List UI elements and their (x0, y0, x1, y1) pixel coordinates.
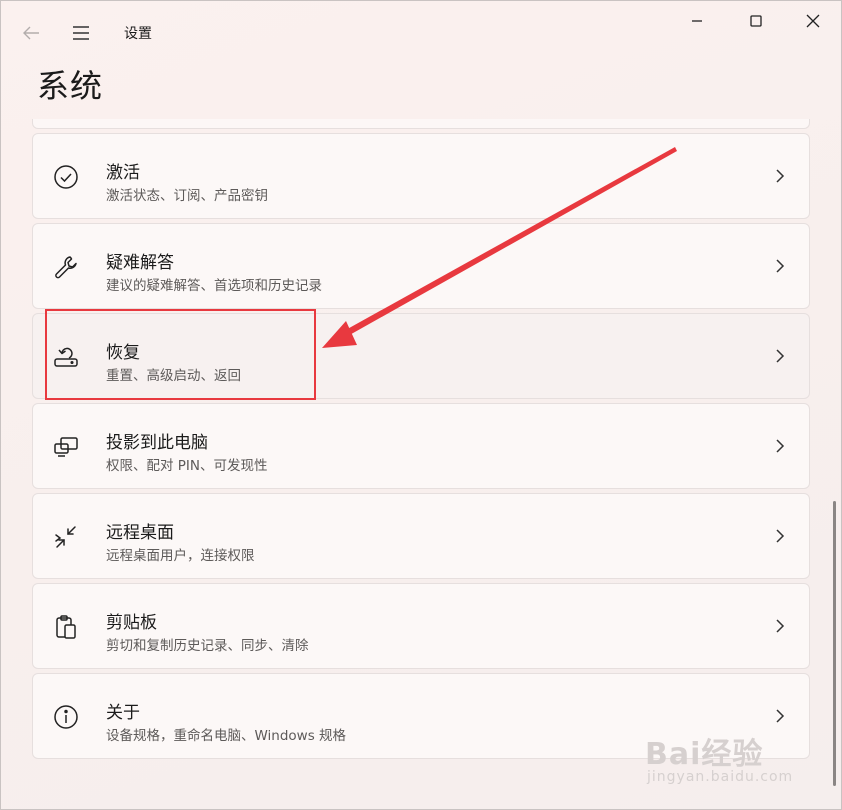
item-subtitle: 重置、高级启动、返回 (106, 368, 241, 384)
item-title: 投影到此电脑 (106, 433, 208, 453)
maximize-icon[interactable] (746, 11, 766, 31)
watermark: Bai经验 jingyan.baidu.com (645, 729, 815, 799)
item-subtitle: 设备规格，重命名电脑、Windows 规格 (106, 728, 347, 744)
chevron-right-icon (773, 527, 787, 545)
item-title: 恢复 (106, 343, 140, 363)
close-icon[interactable] (803, 11, 823, 31)
watermark-brand: Bai经验 (645, 737, 764, 772)
chevron-right-icon (773, 437, 787, 455)
minimize-icon[interactable] (687, 11, 707, 31)
list-item-recovery[interactable]: 恢复 重置、高级启动、返回 (32, 313, 810, 399)
scrollbar[interactable] (833, 501, 836, 786)
item-subtitle: 激活状态、订阅、产品密钥 (106, 188, 268, 204)
project-icon (53, 434, 79, 460)
hamburger-menu-icon[interactable] (69, 21, 93, 45)
watermark-url: jingyan.baidu.com (647, 769, 794, 785)
info-icon (53, 704, 79, 730)
settings-list: 激活 激活状态、订阅、产品密钥 疑难解答 建议的疑难解答、首选项和历史记录 恢复… (32, 119, 810, 759)
list-item-troubleshoot[interactable]: 疑难解答 建议的疑难解答、首选项和历史记录 (32, 223, 810, 309)
chevron-right-icon (773, 167, 787, 185)
window-title: 设置 (124, 26, 152, 42)
check-circle-icon (53, 164, 79, 190)
back-arrow-icon[interactable] (19, 21, 43, 45)
item-subtitle: 远程桌面用户，连接权限 (106, 548, 255, 564)
item-subtitle: 权限、配对 PIN、可发现性 (106, 458, 268, 474)
list-item-partial[interactable] (32, 119, 810, 129)
item-title: 激活 (106, 163, 140, 183)
chevron-right-icon (773, 617, 787, 635)
list-item-remote-desktop[interactable]: 远程桌面 远程桌面用户，连接权限 (32, 493, 810, 579)
list-item-projecting[interactable]: 投影到此电脑 权限、配对 PIN、可发现性 (32, 403, 810, 489)
item-title: 剪贴板 (106, 613, 157, 633)
item-title: 疑难解答 (106, 253, 174, 273)
clipboard-icon (53, 614, 79, 640)
item-title: 关于 (106, 703, 140, 723)
list-item-activation[interactable]: 激活 激活状态、订阅、产品密钥 (32, 133, 810, 219)
page-title: 系统 (37, 67, 104, 105)
remote-desktop-icon (53, 524, 79, 550)
chevron-right-icon (773, 707, 787, 725)
recovery-icon (53, 344, 79, 370)
item-subtitle: 建议的疑难解答、首选项和历史记录 (106, 278, 322, 294)
title-bar: 设置 (1, 1, 841, 61)
wrench-icon (53, 254, 79, 280)
chevron-right-icon (773, 257, 787, 275)
chevron-right-icon (773, 347, 787, 365)
settings-window: 设置 系统 激活 激活状态、订阅、产品密钥 疑难解答 建议的疑难解答、首选项和历… (0, 0, 842, 810)
item-subtitle: 剪切和复制历史记录、同步、清除 (106, 638, 309, 654)
item-title: 远程桌面 (106, 523, 174, 543)
list-item-clipboard[interactable]: 剪贴板 剪切和复制历史记录、同步、清除 (32, 583, 810, 669)
